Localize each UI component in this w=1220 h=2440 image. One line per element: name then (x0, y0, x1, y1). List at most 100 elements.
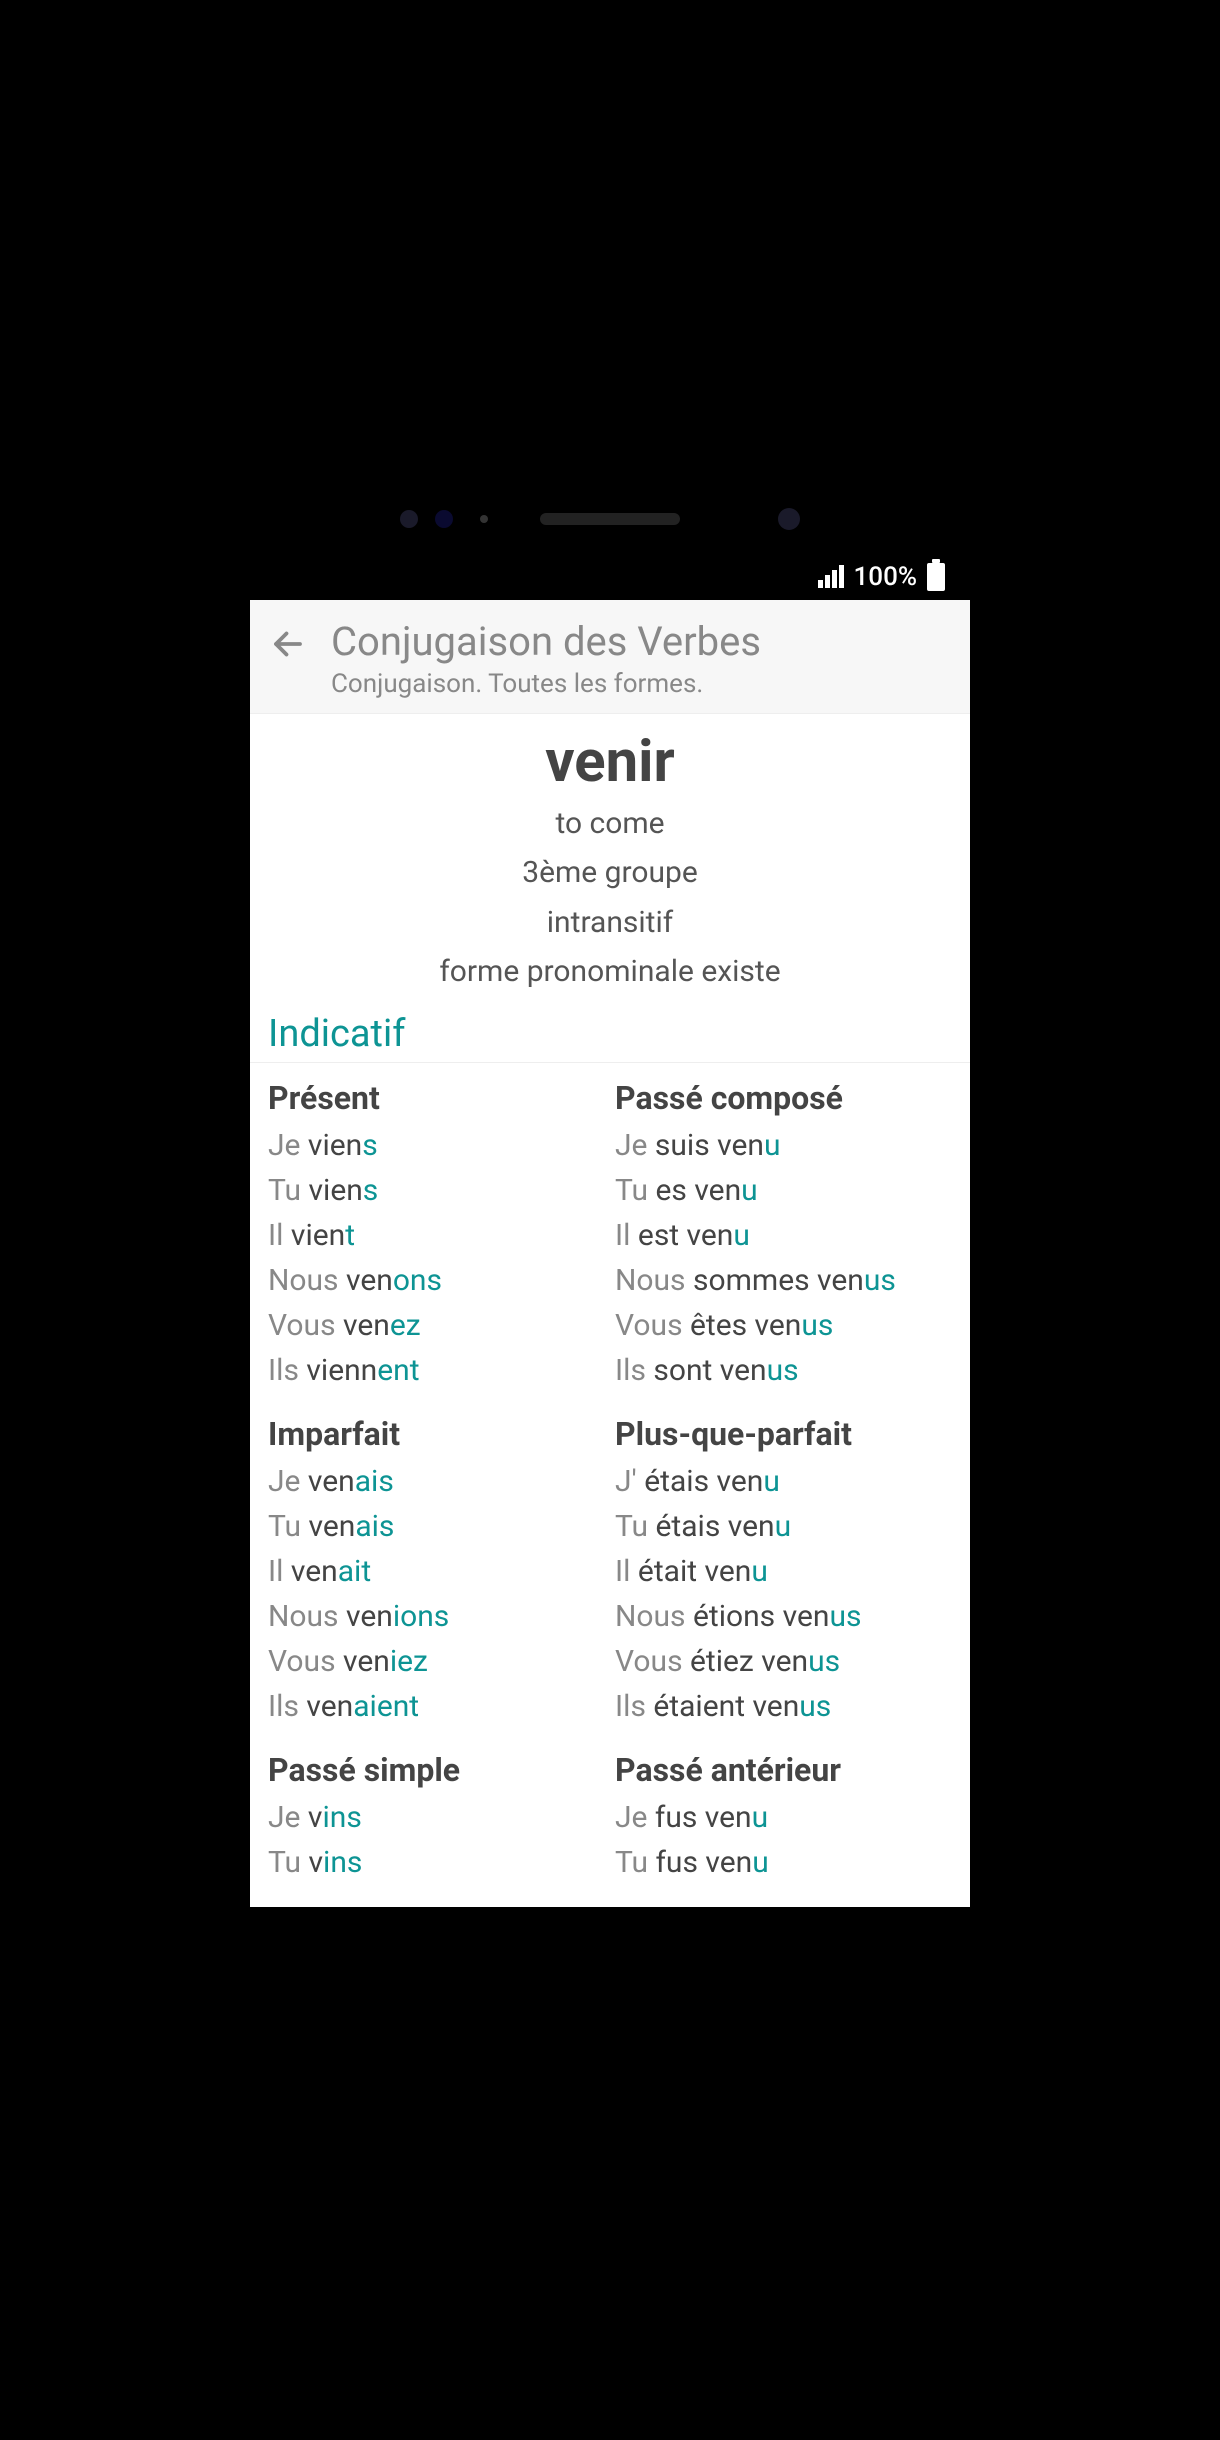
status-bar: 100% (250, 554, 970, 600)
verb-transitivity: intransitif (270, 901, 950, 945)
conjugation-row: Ils viennent (268, 1348, 605, 1393)
pronoun: Nous (268, 1599, 339, 1634)
verb-ending: ait (338, 1554, 371, 1589)
verb-infinitive: venir (270, 728, 950, 796)
pronoun: Ils (615, 1353, 646, 1388)
pronoun: Vous (615, 1308, 683, 1343)
camera-icon (778, 508, 800, 530)
conjugation-row: Il est venu (615, 1213, 952, 1258)
app-title: Conjugaison des Verbes (331, 618, 950, 665)
conjugation-row: Je fus venu (615, 1795, 952, 1840)
conjugation-row: Ils venaient (268, 1684, 605, 1729)
verb-ending: u (733, 1218, 750, 1253)
app-subtitle: Conjugaison. Toutes les formes. (331, 669, 950, 699)
pronoun: Vous (615, 1644, 683, 1679)
verb-stem: ven (336, 1308, 390, 1343)
verb-stem: est ven (630, 1218, 733, 1253)
verb-stem: étais ven (637, 1464, 764, 1499)
verb-pronominal: forme pronominale existe (270, 950, 950, 994)
verb-ending: ins (322, 1800, 361, 1835)
sensor-icon (480, 515, 488, 523)
verb-stem: suis ven (647, 1128, 764, 1163)
verb-stem: êtes ven (683, 1308, 802, 1343)
tense-title: Passé antérieur (615, 1751, 952, 1789)
verb-stem: étais ven (648, 1509, 775, 1544)
phone-inner: 100% Conjugaison des Verbes Conjugaison.… (250, 484, 970, 1957)
speaker-grill (540, 513, 680, 525)
conjugation-row: Nous sommes venus (615, 1258, 952, 1303)
conjugation-row: Vous étiez venus (615, 1639, 952, 1684)
tense-block: Passé composéJe suis venuTu es venuIl es… (615, 1079, 952, 1393)
verb-ending: u (752, 1800, 769, 1835)
tense-title: Présent (268, 1079, 605, 1117)
verb-ending: us (799, 1689, 831, 1724)
pronoun: Je (615, 1128, 647, 1163)
tense-title: Passé composé (615, 1079, 952, 1117)
verb-ending: aient (353, 1689, 419, 1724)
verb-ending: u (764, 1128, 781, 1163)
tense-block: Passé simpleJe vinsTu vins (268, 1751, 605, 1885)
conjugation-row: Vous veniez (268, 1639, 605, 1684)
verb-stem: ven (339, 1263, 393, 1298)
verb-ending: iez (390, 1644, 428, 1679)
conjugation-row: Il venait (268, 1549, 605, 1594)
conjugation-row: Ils sont venus (615, 1348, 952, 1393)
pronoun: Nous (268, 1263, 339, 1298)
verb-stem: ven (300, 1464, 354, 1499)
verb-ending: u (763, 1464, 780, 1499)
verb-ending: ais (355, 1509, 394, 1544)
pronoun: Ils (268, 1353, 299, 1388)
phone-notch (250, 484, 970, 554)
pronoun: Tu (268, 1845, 301, 1880)
pronoun: Tu (615, 1173, 648, 1208)
verb-stem: vien (283, 1218, 345, 1253)
verb-stem: sont ven (646, 1353, 767, 1388)
pronoun: Nous (615, 1263, 686, 1298)
verb-ending: u (752, 1845, 769, 1880)
verb-stem: étaient ven (646, 1689, 799, 1724)
pronoun: Ils (268, 1689, 299, 1724)
back-button[interactable] (270, 618, 306, 670)
tense-grid: PrésentJe viensTu viensIl vientNous veno… (250, 1063, 970, 1907)
verb-ending: t (345, 1218, 355, 1253)
verb-ending: s (363, 1173, 378, 1208)
conjugation-row: Tu venais (268, 1504, 605, 1549)
verb-stem: étiez ven (683, 1644, 809, 1679)
battery-icon (927, 563, 945, 591)
pronoun: Vous (268, 1644, 336, 1679)
conjugation-row: J' étais venu (615, 1459, 952, 1504)
pronoun: Tu (615, 1845, 648, 1880)
tense-title: Plus-que-parfait (615, 1415, 952, 1453)
verb-group: 3ème groupe (270, 851, 950, 895)
pronoun: Tu (615, 1509, 648, 1544)
pronoun: Vous (268, 1308, 336, 1343)
verb-ending: ez (390, 1308, 421, 1343)
phone-chin (250, 1907, 970, 1957)
conjugation-row: Vous venez (268, 1303, 605, 1348)
conjugation-row: Nous étions venus (615, 1594, 952, 1639)
header-titles: Conjugaison des Verbes Conjugaison. Tout… (331, 618, 950, 699)
pronoun: Il (615, 1218, 630, 1253)
pronoun: Je (615, 1800, 647, 1835)
conjugation-row: Il était venu (615, 1549, 952, 1594)
verb-stem: étions ven (686, 1599, 830, 1634)
pronoun: J' (615, 1464, 637, 1499)
conjugation-row: Tu fus venu (615, 1840, 952, 1885)
verb-stem: fus ven (648, 1845, 752, 1880)
conjugation-row: Tu viens (268, 1168, 605, 1213)
pronoun: Il (268, 1218, 283, 1253)
verb-stem: fus ven (647, 1800, 751, 1835)
pronoun: Je (268, 1128, 300, 1163)
conjugation-row: Tu es venu (615, 1168, 952, 1213)
verb-stem: ven (301, 1509, 355, 1544)
verb-stem: ven (299, 1689, 353, 1724)
conjugation-row: Je suis venu (615, 1123, 952, 1168)
verb-ending: s (362, 1128, 377, 1163)
verb-stem: vien (300, 1128, 362, 1163)
conjugation-row: Tu étais venu (615, 1504, 952, 1549)
verb-ending: ais (355, 1464, 394, 1499)
camera-icon (400, 510, 418, 528)
verb-ending: ions (393, 1599, 449, 1634)
conjugation-row: Je venais (268, 1459, 605, 1504)
verb-header: venir to come 3ème groupe intransitif fo… (250, 714, 970, 1012)
